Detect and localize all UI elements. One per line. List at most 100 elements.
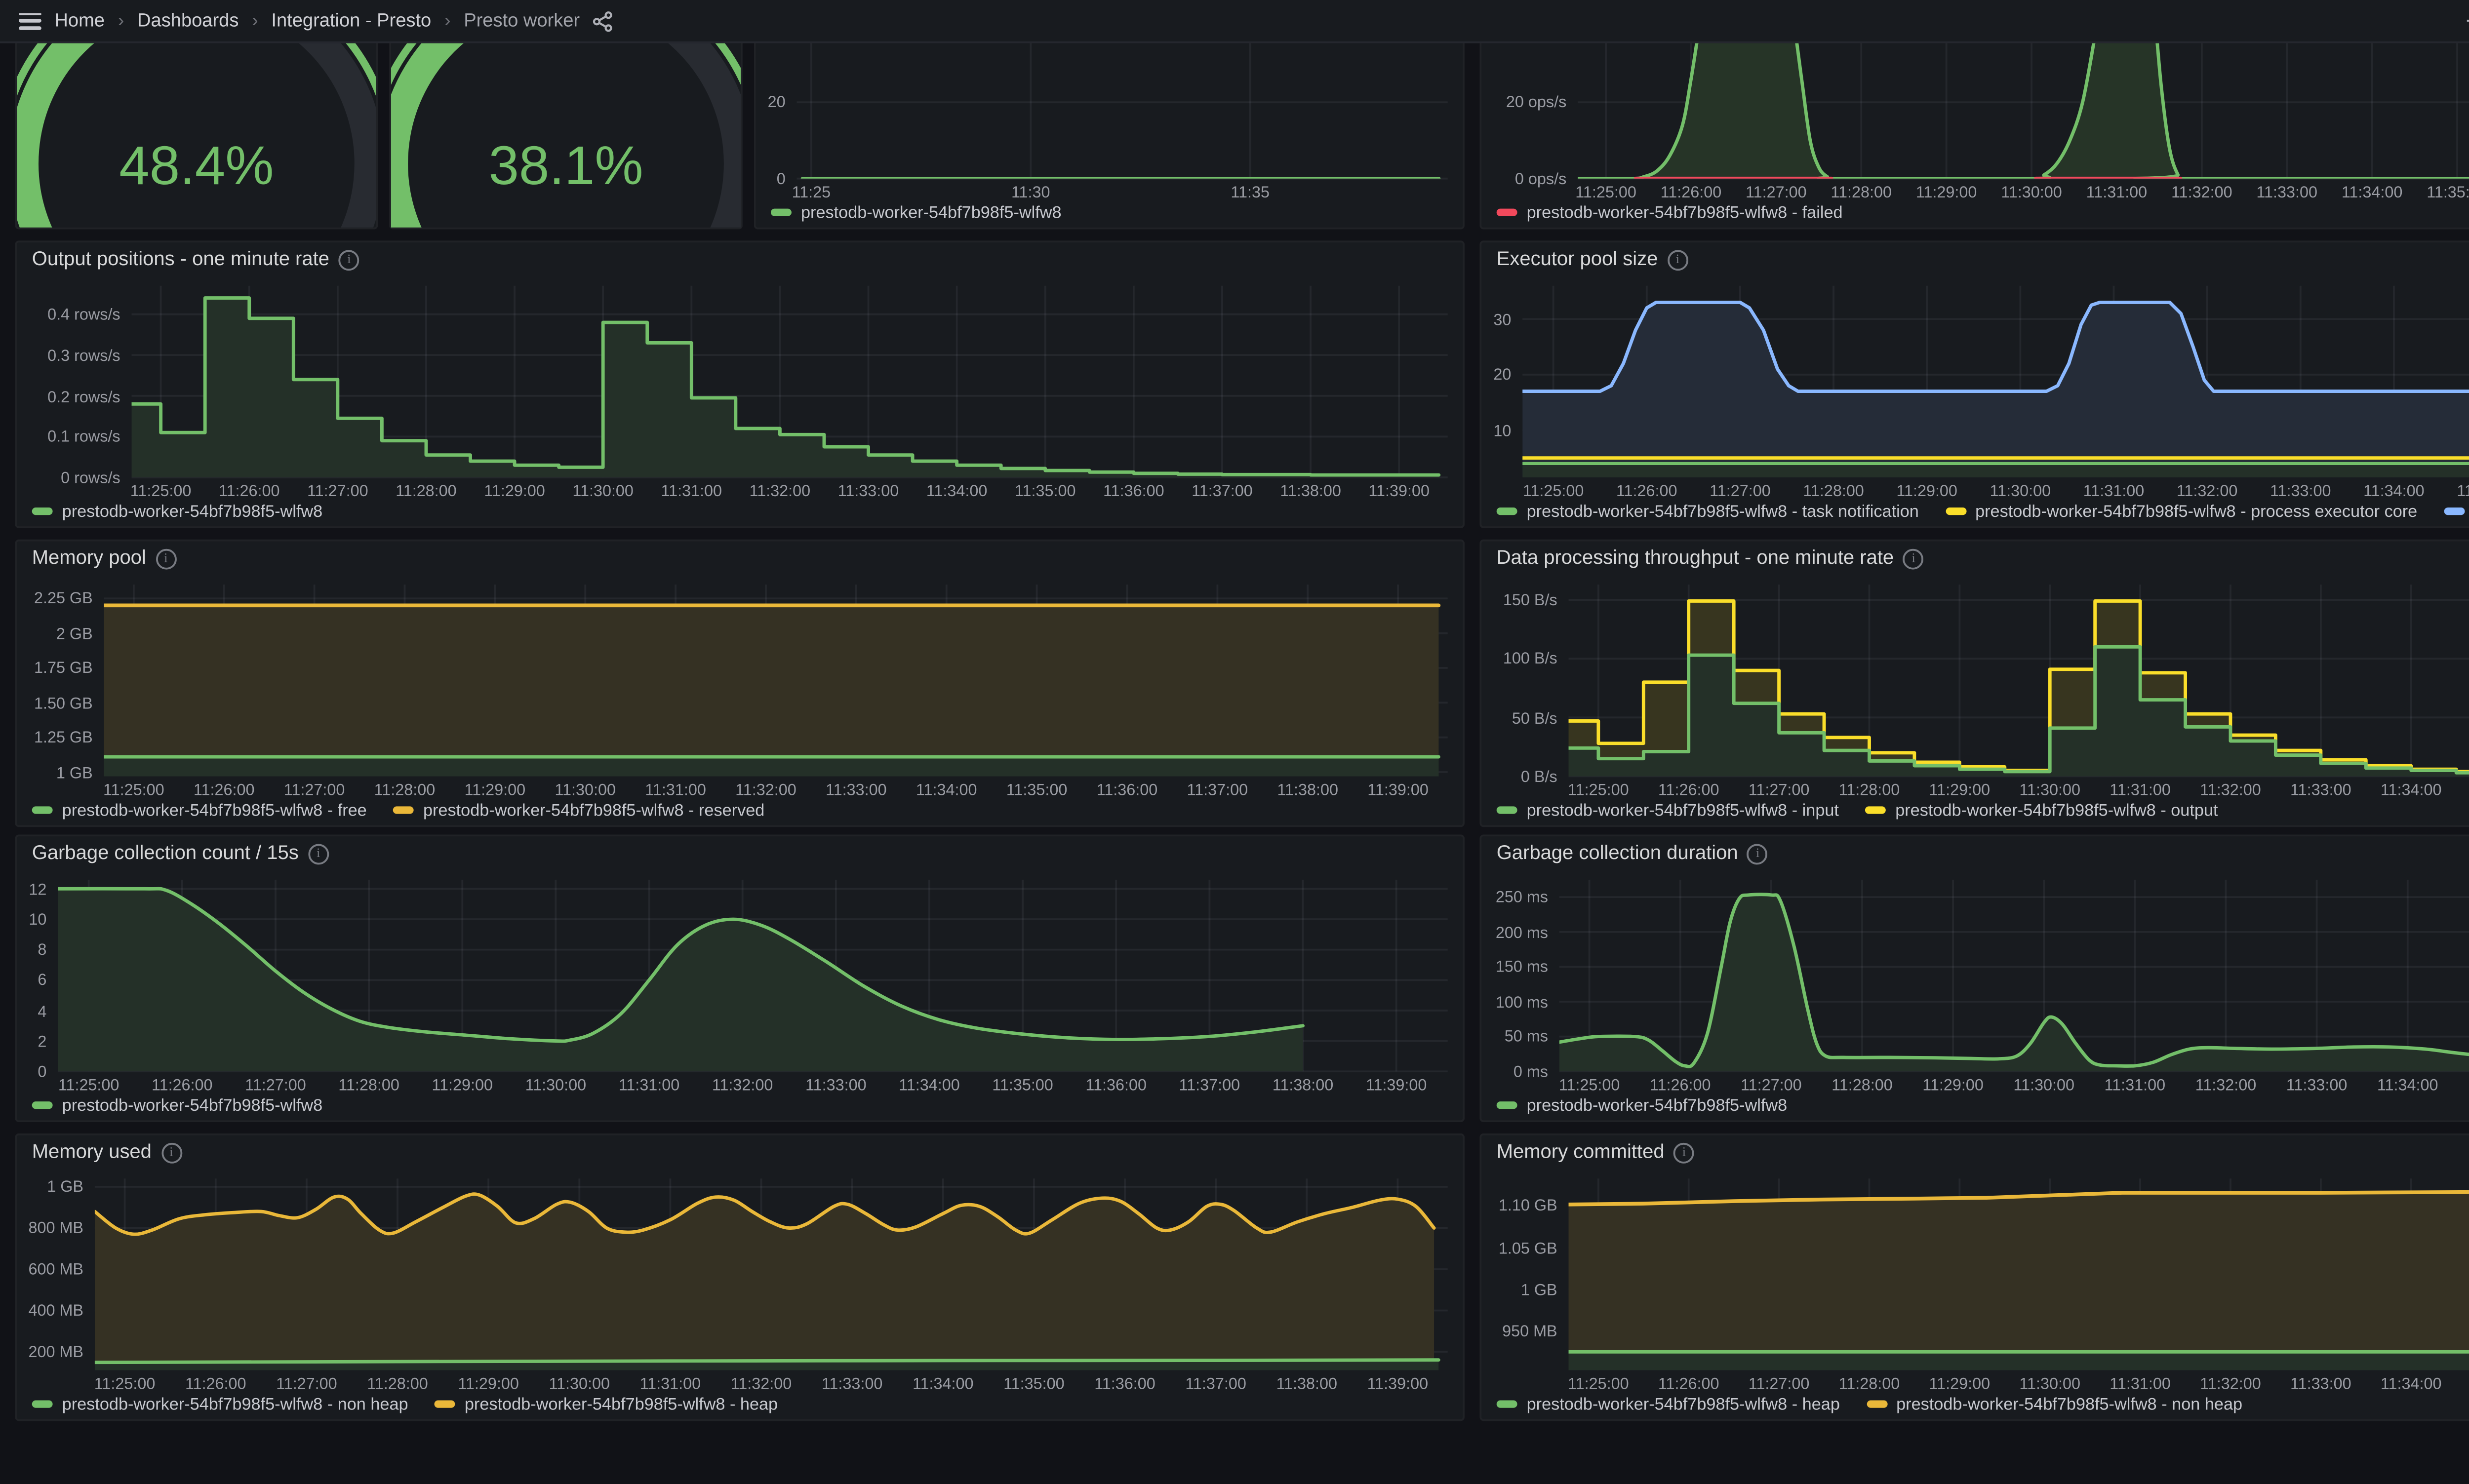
- gear-icon[interactable]: [2466, 9, 2469, 32]
- x-axis-tick: 11:27:00: [307, 481, 368, 500]
- legend-item[interactable]: prestodb-worker-54bf7b98f5-wlfw8 - proce…: [2443, 502, 2469, 521]
- x-axis-tick: 11:34:00: [2363, 481, 2425, 500]
- info-icon[interactable]: i: [1673, 1141, 1695, 1163]
- legend-item[interactable]: prestodb-worker-54bf7b98f5-wlfw8: [32, 502, 323, 521]
- x-axis-tick: 11:31:00: [2110, 1374, 2171, 1393]
- legend-swatch: [32, 1102, 53, 1108]
- chart-mempool[interactable]: 1 GB 1.25 GB 1.50 GB 1.75 GB 2 GB 2.25 GB 11:2…: [17, 575, 1463, 801]
- y-axis-tick: 50 B/s: [1512, 708, 1557, 727]
- y-axis-tick: 100 B/s: [1503, 649, 1557, 668]
- x-axis-tick: 11:30:00: [525, 1075, 587, 1094]
- legend-item[interactable]: prestodb-worker-54bf7b98f5-wlfw8 - input: [1496, 801, 1839, 820]
- x-axis-tick: 11:26:00: [151, 1075, 213, 1094]
- legend-label: prestodb-worker-54bf7b98f5-wlfw8 - faile…: [1526, 203, 1843, 222]
- chart-output[interactable]: 0 rows/s 0.1 rows/s 0.2 rows/s 0.3 rows/s 0.…: [17, 276, 1463, 502]
- legend-item[interactable]: prestodb-worker-54bf7b98f5-wlfw8 - task …: [1496, 502, 1919, 521]
- legend-item[interactable]: prestodb-worker-54bf7b98f5-wlfw8 - heap: [1496, 1395, 1840, 1413]
- x-axis-tick: 11:35:00: [1003, 1374, 1065, 1393]
- x-axis-tick: 11:26:00: [1649, 1075, 1711, 1094]
- x-axis-tick: 11:33:00: [821, 1374, 883, 1393]
- y-axis-tick: 0.1 rows/s: [47, 427, 120, 446]
- chart-p3[interactable]: 020406011:2511:3011:35: [756, 41, 1463, 203]
- x-axis-tick: 11:27:00: [1710, 481, 1771, 500]
- legend-item[interactable]: prestodb-worker-54bf7b98f5-wlfw8 - proce…: [1945, 502, 2417, 521]
- x-axis-tick: 11:33:00: [2256, 182, 2318, 201]
- breadcrumb-dashboards[interactable]: Dashboards: [137, 10, 239, 31]
- legend-item[interactable]: prestodb-worker-54bf7b98f5-wlfw8 - reser…: [393, 801, 764, 820]
- chart-gauge1[interactable]: 48.4%: [17, 41, 376, 228]
- share-icon[interactable]: [593, 10, 614, 31]
- x-axis-tick: 11:38:00: [1276, 1374, 1338, 1393]
- chart-memcommitted[interactable]: 950 MB 1 GB 1.05 GB 1.10 GB 11:25:00 11:26:00…: [1481, 1169, 2469, 1395]
- dashboard-grid: JVM metrics 48.4%38.1%020406011:2511:301…: [0, 41, 2469, 1484]
- info-icon[interactable]: i: [338, 249, 359, 270]
- legend-p4: prestodb-worker-54bf7b98f5-wlfw8 - faile…: [1481, 203, 2469, 227]
- x-axis-tick: 11:25: [792, 182, 831, 201]
- panel-title-output[interactable]: Output positions - one minute rate i: [17, 242, 1463, 276]
- y-axis-tick: 0.4 rows/s: [47, 305, 120, 324]
- legend-item[interactable]: prestodb-worker-54bf7b98f5-wlfw8: [1496, 1096, 1787, 1115]
- legend-item[interactable]: prestodb-worker-54bf7b98f5-wlfw8 - non h…: [1866, 1395, 2242, 1413]
- panel-title-memcommitted[interactable]: Memory committed i: [1481, 1135, 2469, 1170]
- x-axis-tick: 11:30:00: [2013, 1075, 2075, 1094]
- info-icon[interactable]: i: [1903, 547, 1924, 569]
- y-axis-tick: 20 ops/s: [1506, 93, 1567, 112]
- y-axis-tick: 0 B/s: [1520, 767, 1557, 786]
- info-icon[interactable]: i: [1747, 843, 1768, 864]
- y-axis-tick: 600 MB: [28, 1259, 84, 1279]
- x-axis-tick: 11:34:00: [916, 780, 977, 799]
- y-axis-tick: 10: [29, 909, 47, 929]
- info-icon[interactable]: i: [308, 843, 329, 864]
- x-axis-tick: 11:30:00: [2019, 1374, 2081, 1393]
- chart-p4[interactable]: 0 ops/s20 ops/s40 ops/s60 ops/s0 ops/s1 …: [1481, 41, 2469, 203]
- y-axis-tick: 200 MB: [28, 1342, 84, 1362]
- x-axis-tick: 11:39:00: [1367, 780, 1429, 799]
- y-axis-tick: 4: [38, 1001, 47, 1020]
- info-icon[interactable]: i: [155, 547, 176, 569]
- x-axis-tick: 11:39:00: [1365, 1075, 1427, 1094]
- x-axis-tick: 11:27:00: [1741, 1075, 1802, 1094]
- panel-title-mempool[interactable]: Memory pool i: [17, 542, 1463, 576]
- x-axis-tick: 11:34:00: [926, 481, 988, 500]
- chart-memused[interactable]: 200 MB 400 MB 600 MB 800 MB 1 GB 11:25:00 11:2…: [17, 1169, 1463, 1395]
- x-axis-tick: 11:32:00: [2171, 182, 2232, 201]
- breadcrumb-folder[interactable]: Integration - Presto: [271, 10, 431, 31]
- y-axis-tick: 1 GB: [1520, 1280, 1557, 1299]
- legend-item[interactable]: prestodb-worker-54bf7b98f5-wlfw8 - faile…: [1496, 203, 1843, 222]
- panel-title-throughput[interactable]: Data processing throughput - one minute …: [1481, 542, 2469, 576]
- panel-title-gccount[interactable]: Garbage collection count / 15s i: [17, 836, 1463, 870]
- x-axis-tick: 11:32:00: [2195, 1075, 2257, 1094]
- legend-item[interactable]: prestodb-worker-54bf7b98f5-wlfw8 - free: [32, 801, 367, 820]
- y-axis-tick: 12: [29, 879, 47, 898]
- info-icon[interactable]: i: [1667, 249, 1688, 270]
- legend-swatch: [1945, 508, 1966, 514]
- x-axis-tick: 11:34:00: [2377, 1075, 2438, 1094]
- x-axis-tick: 11:38:00: [1280, 481, 1341, 500]
- panel-title-text: Output positions - one minute rate: [32, 248, 329, 271]
- y-axis-tick: 2 GB: [56, 624, 93, 643]
- menu-icon[interactable]: [19, 12, 41, 30]
- chart-throughput[interactable]: 0 B/s 50 B/s 100 B/s 150 B/s 11:25:00 11:26:0…: [1481, 575, 2469, 801]
- panel-title-executor[interactable]: Executor pool size i: [1481, 242, 2469, 276]
- chart-gauge2[interactable]: 38.1%: [391, 41, 741, 228]
- breadcrumb-home[interactable]: Home: [54, 10, 105, 31]
- legend-item[interactable]: prestodb-worker-54bf7b98f5-wlfw8 - heap: [434, 1395, 778, 1413]
- legend-item[interactable]: prestodb-worker-54bf7b98f5-wlfw8: [771, 203, 1062, 222]
- panel-title-gcduration[interactable]: Garbage collection duration i: [1481, 836, 2469, 870]
- x-axis-tick: 11:33:00: [826, 780, 887, 799]
- x-axis-tick: 11:36:00: [1103, 481, 1164, 500]
- legend-item[interactable]: prestodb-worker-54bf7b98f5-wlfw8 - non h…: [32, 1395, 408, 1413]
- chart-gccount[interactable]: 0 2 4 6 8 10 12 11:25:00 11:26:00 11:27:00 11:28:0…: [17, 870, 1463, 1096]
- x-axis-tick: 11:32:00: [730, 1374, 792, 1393]
- panel-title-memused[interactable]: Memory used i: [17, 1135, 1463, 1170]
- chart-gcduration[interactable]: 0 ms 50 ms 100 ms 150 ms 200 ms 250 ms 11:25:0…: [1481, 870, 2469, 1096]
- info-icon[interactable]: i: [160, 1141, 182, 1163]
- legend-item[interactable]: prestodb-worker-54bf7b98f5-wlfw8 - outpu…: [1865, 801, 2218, 820]
- chart-executor[interactable]: 10 20 30 11:25:00 11:26:00 11:27:00 11:28:00 11…: [1481, 276, 2469, 502]
- legend-item[interactable]: prestodb-worker-54bf7b98f5-wlfw8: [32, 1096, 323, 1115]
- y-axis-tick: 150 B/s: [1503, 590, 1557, 610]
- x-axis-tick: 11:26:00: [185, 1374, 246, 1393]
- screen: Home › Dashboards › Integration - Presto…: [0, 0, 2469, 1484]
- x-axis-tick: 11:28:00: [367, 1374, 428, 1393]
- y-axis-tick: 950 MB: [1502, 1321, 1557, 1340]
